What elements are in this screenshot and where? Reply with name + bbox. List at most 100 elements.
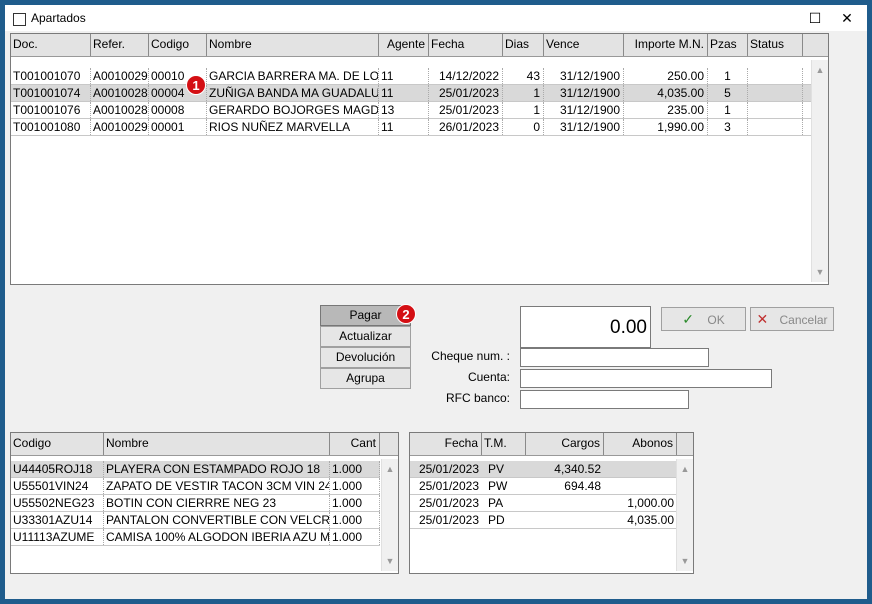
cheque-label: Cheque num. : xyxy=(431,349,510,363)
col-tm[interactable]: T.M. xyxy=(482,433,526,455)
cell-tm: PD xyxy=(488,513,505,527)
col-nombre[interactable]: Nombre xyxy=(207,34,379,56)
cell-fecha: 25/01/2023 xyxy=(418,513,479,527)
movements-table-header: Fecha T.M. Cargos Abonos xyxy=(410,433,693,456)
cell-codigo: U55501VIN24 xyxy=(11,478,104,494)
cell-agente: 11 xyxy=(379,68,429,84)
col-abonos[interactable]: Abonos xyxy=(604,433,677,455)
cell-codigo: 00001 xyxy=(149,119,207,135)
table-row[interactable]: U55501VIN24 ZAPATO DE VESTIR TACON 3CM V… xyxy=(11,478,380,495)
movements-table[interactable]: Fecha T.M. Cargos Abonos 25/01/2023 PV 4… xyxy=(409,432,694,574)
cell-nombre: BOTIN CON CIERRRE NEG 23 xyxy=(104,495,330,511)
window-title: Apartados xyxy=(31,11,86,25)
cell-fecha: 14/12/2022 xyxy=(429,68,503,84)
cell-nombre: RIOS NUÑEZ MARVELLA xyxy=(207,119,379,135)
movements-scrollbar[interactable]: ▲ ▼ xyxy=(676,459,693,571)
table-row[interactable]: T001001080 A00100299 00001 RIOS NUÑEZ MA… xyxy=(11,119,811,136)
items-scrollbar[interactable]: ▲ ▼ xyxy=(381,459,398,571)
step-badge-1: 1 xyxy=(186,75,206,95)
cell-codigo: U11113AZUME xyxy=(11,529,104,545)
table-row[interactable]: U33301AZU14 PANTALON CONVERTIBLE CON VEL… xyxy=(11,512,380,529)
table-row[interactable]: T001001070 A00100299 00010 GARCIA BARRER… xyxy=(11,68,811,85)
cell-doc: T001001074 xyxy=(11,85,91,101)
cell-codigo: U55502NEG23 xyxy=(11,495,104,511)
items-table[interactable]: Codigo Nombre Cant U44405ROJ18 PLAYERA C… xyxy=(10,432,399,574)
cell-nombre: CAMISA 100% ALGODON IBERIA AZU ME xyxy=(106,529,330,545)
top-table-scrollbar[interactable]: ▲ ▼ xyxy=(811,60,828,282)
cell-importe: 250.00 xyxy=(624,68,708,84)
devolucion-button[interactable]: Devolución xyxy=(320,347,411,368)
ok-button[interactable]: ✓ OK xyxy=(661,307,746,331)
cell-pzas: 1 xyxy=(708,68,748,84)
cell-dias: 43 xyxy=(503,68,544,84)
cell-pzas: 1 xyxy=(708,102,748,118)
col-pzas[interactable]: Pzas xyxy=(708,34,748,56)
cell-importe: 4,035.00 xyxy=(624,85,708,101)
table-row[interactable]: 25/01/2023 PD 4,035.00 xyxy=(410,512,677,529)
actualizar-button[interactable]: Actualizar xyxy=(320,326,411,347)
cell-refer: A00100288 xyxy=(93,102,149,118)
col-vence[interactable]: Vence xyxy=(544,34,624,56)
cell-agente: 13 xyxy=(379,102,429,118)
table-header: Doc. Refer. Codigo Nombre Agente Fecha D… xyxy=(11,34,828,57)
col-importe[interactable]: Importe M.N. xyxy=(624,34,708,56)
agrupa-button[interactable]: Agrupa xyxy=(320,368,411,389)
col-dias[interactable]: Dias xyxy=(503,34,544,56)
cuenta-input[interactable] xyxy=(520,369,772,388)
window-icon xyxy=(13,13,26,26)
title-bar: Apartados ☐ ✕ xyxy=(5,5,867,31)
cell-vence: 31/12/1900 xyxy=(544,102,624,118)
col-doc[interactable]: Doc. xyxy=(11,34,91,56)
scroll-up-icon[interactable]: ▲ xyxy=(677,461,693,477)
cancel-label: Cancelar xyxy=(779,313,828,327)
cell-vence: 31/12/1900 xyxy=(544,85,624,101)
cell-abonos: 1,000.00 xyxy=(627,496,674,510)
scroll-up-icon[interactable]: ▲ xyxy=(382,461,398,477)
cell-nombre: ZAPATO DE VESTIR TACON 3CM VIN 24 xyxy=(106,478,330,494)
table-row[interactable]: 25/01/2023 PV 4,340.52 xyxy=(410,461,677,478)
scroll-up-icon[interactable]: ▲ xyxy=(812,62,828,78)
cell-doc: T001001070 xyxy=(11,68,91,84)
table-row[interactable]: 25/01/2023 PA 1,000.00 xyxy=(410,495,677,512)
cell-fecha: 25/01/2023 xyxy=(418,479,479,493)
col-codigo[interactable]: Codigo xyxy=(11,433,104,455)
table-row[interactable]: T001001074 A00100280 00004 ZUÑIGA BANDA … xyxy=(11,85,811,102)
table-row[interactable]: 25/01/2023 PW 694.48 xyxy=(410,478,677,495)
cell-refer: A00100299 xyxy=(93,119,149,135)
cheque-input[interactable] xyxy=(520,348,709,367)
col-agente[interactable]: Agente xyxy=(379,34,429,56)
rfc-input[interactable] xyxy=(520,390,689,409)
cell-doc: T001001080 xyxy=(11,119,91,135)
cell-fecha: 25/01/2023 xyxy=(429,85,503,101)
table-row[interactable]: T001001076 A00100288 00008 GERARDO BOJOR… xyxy=(11,102,811,119)
scroll-down-icon[interactable]: ▼ xyxy=(812,264,828,280)
table-row[interactable]: U11113AZUME CAMISA 100% ALGODON IBERIA A… xyxy=(11,529,380,546)
cell-tm: PA xyxy=(488,496,504,510)
cell-cargos xyxy=(526,495,604,511)
table-row[interactable]: U44405ROJ18 PLAYERA CON ESTAMPADO ROJO 1… xyxy=(11,461,380,478)
apartados-table[interactable]: Doc. Refer. Codigo Nombre Agente Fecha D… xyxy=(10,33,829,285)
col-cant[interactable]: Cant xyxy=(330,433,380,455)
amount-display[interactable]: 0.00 xyxy=(520,306,651,348)
cancel-button[interactable]: ✕ Cancelar xyxy=(750,307,834,331)
col-fecha[interactable]: Fecha xyxy=(429,34,503,56)
cell-cant: 1.000 xyxy=(330,478,380,494)
table-row[interactable]: U55502NEG23 BOTIN CON CIERRRE NEG 23 1.0… xyxy=(11,495,380,512)
cell-status xyxy=(748,68,803,84)
cell-tm: PV xyxy=(488,462,505,476)
col-status[interactable]: Status xyxy=(748,34,803,56)
cell-importe: 235.00 xyxy=(624,102,708,118)
cell-refer: A00100299 xyxy=(93,68,149,84)
close-icon[interactable]: ✕ xyxy=(833,7,861,29)
col-fecha[interactable]: Fecha xyxy=(410,433,482,455)
col-cargos[interactable]: Cargos xyxy=(526,433,604,455)
col-codigo[interactable]: Codigo xyxy=(149,34,207,56)
maximize-icon[interactable]: ☐ xyxy=(801,7,829,29)
scroll-down-icon[interactable]: ▼ xyxy=(677,553,693,569)
scroll-down-icon[interactable]: ▼ xyxy=(382,553,398,569)
cell-cant: 1.000 xyxy=(330,529,380,545)
col-nombre[interactable]: Nombre xyxy=(104,433,330,455)
col-refer[interactable]: Refer. xyxy=(91,34,149,56)
cuenta-label: Cuenta: xyxy=(467,370,510,384)
ok-label: OK xyxy=(707,313,725,327)
